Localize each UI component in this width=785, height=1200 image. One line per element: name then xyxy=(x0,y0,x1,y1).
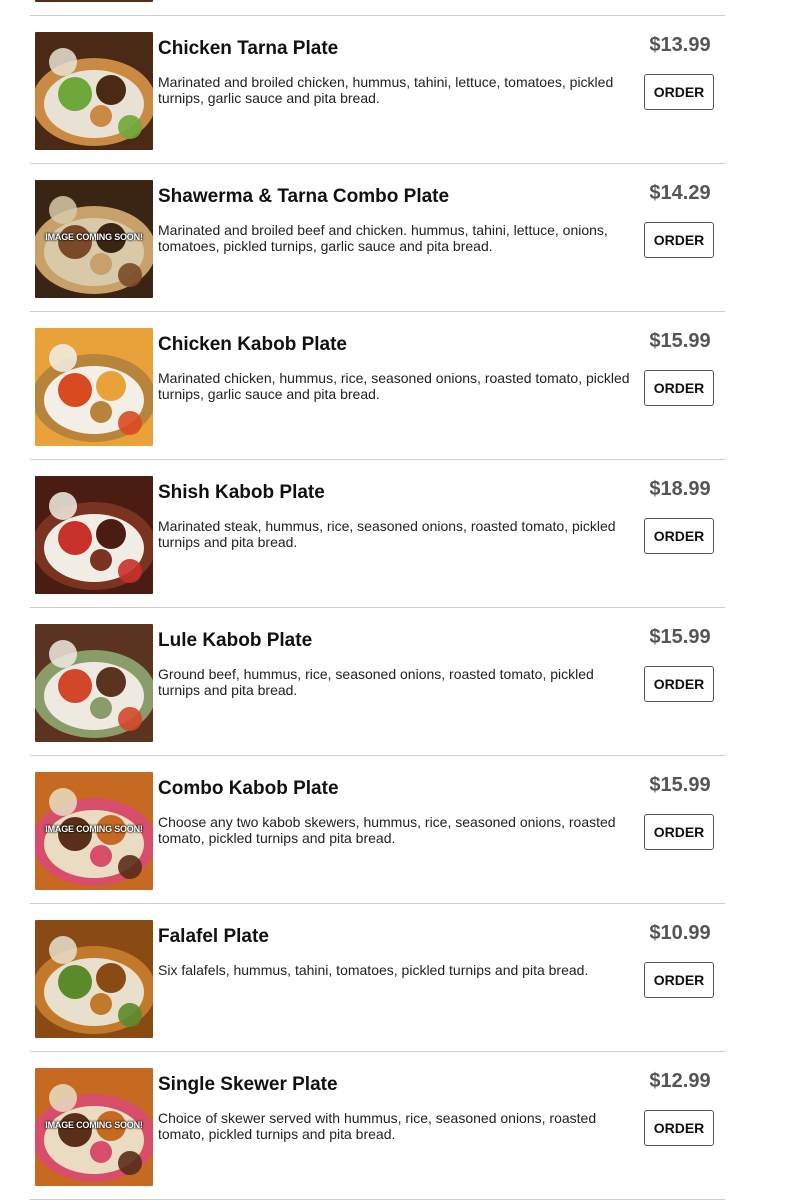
dish-description: Choice of skewer served with hummus, ric… xyxy=(158,1110,597,1142)
dish-name[interactable]: Falafel Plate xyxy=(158,926,269,948)
image-coming-soon-label: IMAGE COMING SOON! xyxy=(45,1120,143,1130)
dish-photo[interactable]: IMAGE COMING SOON! xyxy=(35,772,153,890)
dish-name[interactable]: Shawerma & Tarna Combo Plate xyxy=(158,186,449,208)
order-button[interactable]: ORDER xyxy=(644,222,714,258)
dish-photo-graphic xyxy=(35,32,153,150)
dish-photo[interactable] xyxy=(35,624,153,742)
dish-photo[interactable] xyxy=(35,476,153,594)
dish-price: $15.99 xyxy=(649,774,711,796)
dish-description: Ground beef, hummus, rice, seasoned onio… xyxy=(158,666,594,698)
dish-price: $18.99 xyxy=(649,478,711,500)
dish-photo-graphic xyxy=(35,328,153,446)
menu-item: Lule Kabob Plate Ground beef, hummus, ric… xyxy=(30,608,725,756)
dish-price: $13.99 xyxy=(649,34,711,56)
menu-item: Chicken Kabob Plate Marinated chicken, hu… xyxy=(30,312,725,460)
menu-item: ORDER xyxy=(30,0,725,16)
image-coming-soon-label: IMAGE COMING SOON! xyxy=(45,232,143,242)
dish-description: Six falafels, hummus, tahini, tomatoes, … xyxy=(158,962,589,978)
dish-photo[interactable] xyxy=(35,0,153,2)
dish-photo[interactable] xyxy=(35,32,153,150)
menu-item: Falafel Plate Six falafels, hummus, tahin… xyxy=(30,904,725,1052)
dish-name[interactable]: Chicken Kabob Plate xyxy=(158,334,347,356)
dish-price: $15.99 xyxy=(649,330,711,352)
menu-item: Chicken Tarna Plate Marinated and broiled… xyxy=(30,16,725,164)
order-button[interactable]: ORDER xyxy=(644,370,714,406)
order-button[interactable]: ORDER xyxy=(644,1110,714,1146)
dish-photo-graphic xyxy=(35,624,153,742)
dish-description: Marinated steak, hummus, rice, seasoned … xyxy=(158,518,616,550)
dish-name[interactable]: Lule Kabob Plate xyxy=(158,630,312,652)
menu-item: Shish Kabob Plate Marinated steak, hummus… xyxy=(30,460,725,608)
dish-name[interactable]: Single Skewer Plate xyxy=(158,1074,338,1096)
dish-description: Marinated and broiled beef and chicken. … xyxy=(158,222,608,254)
dish-name[interactable]: Chicken Tarna Plate xyxy=(158,38,338,60)
dish-description: Marinated chicken, hummus, rice, seasone… xyxy=(158,370,630,402)
dish-photo[interactable] xyxy=(35,328,153,446)
dish-name[interactable]: Combo Kabob Plate xyxy=(158,778,339,800)
dish-photo-graphic xyxy=(35,476,153,594)
order-button[interactable]: ORDER xyxy=(644,518,714,554)
menu-item: IMAGE COMING SOON! Shawerma & Tarna Combo… xyxy=(30,164,725,312)
dish-description: Choose any two kabob skewers, hummus, ri… xyxy=(158,814,616,846)
image-coming-soon-label: IMAGE COMING SOON! xyxy=(45,824,143,834)
dish-photo[interactable]: IMAGE COMING SOON! xyxy=(35,1068,153,1186)
dish-photo[interactable]: IMAGE COMING SOON! xyxy=(35,180,153,298)
menu-item: IMAGE COMING SOON! Single Skewer Plate Cho… xyxy=(30,1052,725,1200)
dish-price: $14.29 xyxy=(649,182,711,204)
order-button[interactable]: ORDER xyxy=(644,74,714,110)
menu-list: ORDER Chicken Tarna Plate Marinated and br… xyxy=(30,0,725,1200)
dish-photo-graphic xyxy=(35,920,153,1038)
dish-price: $15.99 xyxy=(649,626,711,648)
dish-photo[interactable] xyxy=(35,920,153,1038)
order-button[interactable]: ORDER xyxy=(644,814,714,850)
dish-price: $12.99 xyxy=(649,1070,711,1092)
dish-name[interactable]: Shish Kabob Plate xyxy=(158,482,325,504)
order-button[interactable]: ORDER xyxy=(644,666,714,702)
menu-item: IMAGE COMING SOON! Combo Kabob Plate Choos… xyxy=(30,756,725,904)
dish-photo-graphic xyxy=(35,0,153,2)
dish-description: Marinated and broiled chicken, hummus, t… xyxy=(158,74,614,106)
order-button[interactable]: ORDER xyxy=(644,962,714,998)
dish-price: $10.99 xyxy=(649,922,711,944)
